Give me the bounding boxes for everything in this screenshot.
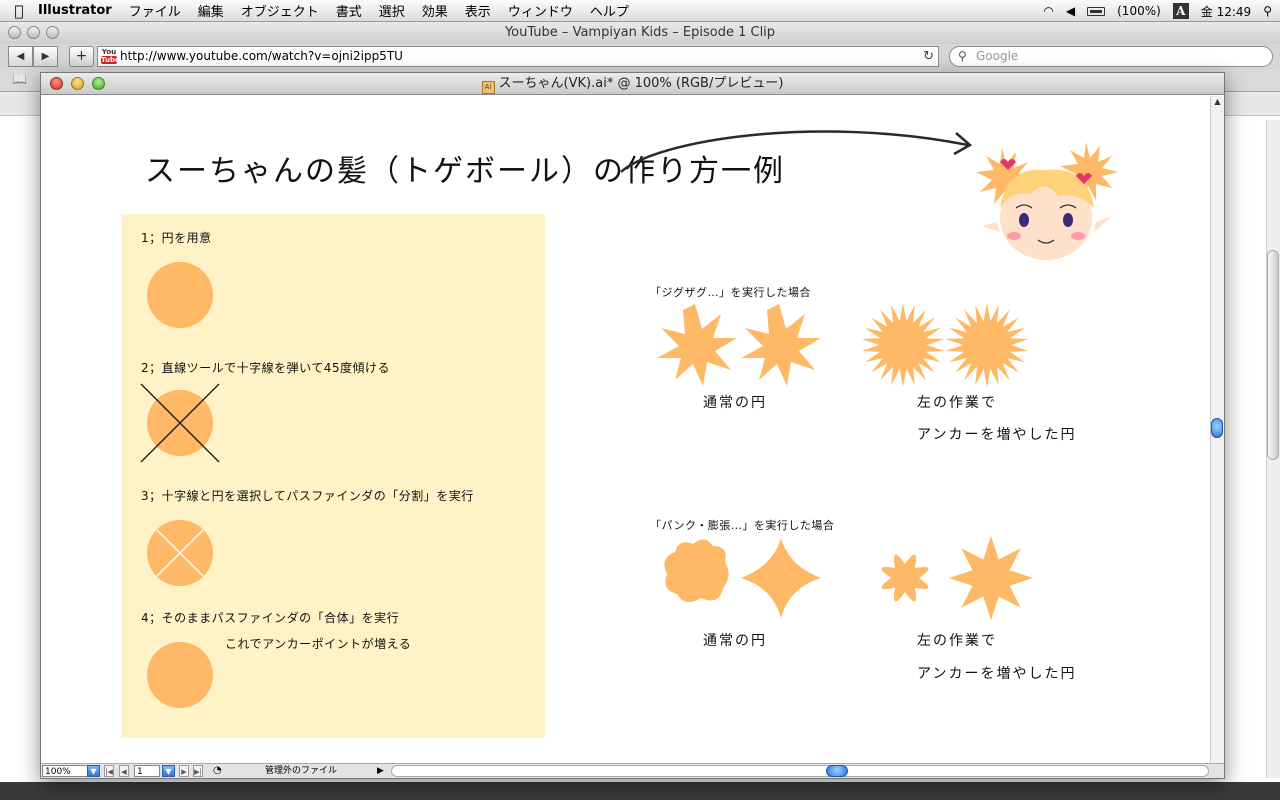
browser-titlebar: YouTube – Vampiyan Kids – Episode 1 Clip <box>0 22 1280 44</box>
horizontal-scrollbar[interactable] <box>391 765 1209 777</box>
document-window-controls <box>50 77 105 90</box>
nav-buttons: ◀ ▶ + <box>8 46 94 67</box>
vertical-scrollbar[interactable]: ▲ <box>1210 96 1224 765</box>
instruction-panel: 1；円を用意 2；直線ツールで十字線を弾いて45度傾ける 3；十字線と円を選択し… <box>121 214 545 738</box>
pucker-normal-shapes <box>664 538 821 618</box>
vertical-scroll-thumb[interactable] <box>1211 418 1223 438</box>
zoom-field[interactable]: 100% <box>42 765 88 777</box>
browser-zoom-button[interactable] <box>46 26 59 39</box>
pucker-star <box>949 536 1033 620</box>
prev-page-icon[interactable]: ◀ <box>119 765 129 777</box>
zigzag-caption-normal: 通常の円 <box>703 395 767 411</box>
browser-scroll-thumb[interactable] <box>1267 250 1279 460</box>
spotlight-icon[interactable]: ⚲ <box>1263 4 1272 18</box>
menu-help[interactable]: ヘルプ <box>590 1 629 20</box>
battery-icon[interactable] <box>1087 6 1106 16</box>
status-menu-icon[interactable]: ◔ <box>213 765 222 777</box>
last-page-icon[interactable]: ▶| <box>193 765 203 777</box>
url-text: http://www.youtube.com/watch?v=ojni2ipp5… <box>120 49 403 63</box>
youtube-favicon: You Tube <box>101 48 120 64</box>
zigzag-caption-added-1: 左の作業で <box>917 395 997 411</box>
search-field[interactable]: ⚲ Google <box>949 46 1273 67</box>
desktop-strip <box>0 782 1280 800</box>
character-su-chan-head <box>976 142 1118 260</box>
reload-icon[interactable]: ↻ <box>923 47 934 66</box>
minimize-button[interactable] <box>71 77 84 90</box>
close-button[interactable] <box>50 77 63 90</box>
search-placeholder: Google <box>976 49 1019 63</box>
zigzag-caption-added-2: アンカーを増やした円 <box>917 427 1077 443</box>
horizontal-scroll-thumb[interactable] <box>826 765 848 777</box>
pucker-anchor-shapes <box>881 536 1033 620</box>
burst-star-2 <box>945 303 1029 387</box>
menubar-extras: ◠ ◀ (100%) A 金 12:49 ⚲ <box>1043 0 1272 22</box>
step-4-circle <box>147 642 213 708</box>
step-3-divide-lines <box>156 529 204 577</box>
burst-star-1 <box>863 303 945 387</box>
volume-icon[interactable]: ◀ <box>1066 4 1075 18</box>
zigzag-normal-stars <box>657 304 821 386</box>
browser-window-controls <box>8 26 59 39</box>
apple-icon[interactable]:  <box>0 2 38 20</box>
section-pucker-label: 「パンク・膨張…」を実行した場合 <box>650 519 835 532</box>
zoom-button[interactable] <box>92 77 105 90</box>
curved-arrow <box>620 130 973 173</box>
back-button[interactable]: ◀ <box>8 46 33 67</box>
forward-button[interactable]: ▶ <box>33 46 58 67</box>
page-field[interactable]: 1 <box>134 765 160 777</box>
status-menu-arrow-icon[interactable]: ▶ <box>377 765 384 777</box>
browser-toolbar: ◀ ▶ + You Tube http://www.youtube.com/wat… <box>0 44 1280 70</box>
zigzag-anchor-stars <box>863 303 1029 387</box>
step-2-label: 2；直線ツールで十字線を弾いて45度傾ける <box>141 361 391 375</box>
address-bar[interactable]: You Tube http://www.youtube.com/watch?v=o… <box>97 46 939 67</box>
browser-window-title: YouTube – Vampiyan Kids – Episode 1 Clip <box>504 25 776 40</box>
step-1-label: 1；円を用意 <box>141 231 212 245</box>
bookmarks-book-icon[interactable]: 📖 <box>12 72 27 86</box>
pucker-caption-added-1: 左の作業で <box>917 633 997 649</box>
clock[interactable]: 金 12:49 <box>1201 3 1251 20</box>
step-4-note: これでアンカーポイントが増える <box>225 637 412 651</box>
step-4-label: 4；そのままパスファインダの「合体」を実行 <box>141 611 400 625</box>
menu-effect[interactable]: 効果 <box>422 1 448 20</box>
input-method-icon[interactable]: A <box>1172 3 1189 19</box>
pucker-caption-added-2: アンカーを増やした円 <box>917 666 1077 682</box>
document-titlebar[interactable]: Ai スーちゃん(VK).ai* @ 100% (RGB/プレビュー) <box>41 73 1224 95</box>
menu-type[interactable]: 書式 <box>336 1 362 20</box>
first-page-icon[interactable]: |◀ <box>104 765 114 777</box>
zoom-dropdown-icon[interactable]: ▼ <box>87 765 100 777</box>
menu-object[interactable]: オブジェクト <box>241 1 319 20</box>
wifi-icon[interactable]: ◠ <box>1043 4 1053 18</box>
menu-file[interactable]: ファイル <box>129 1 181 20</box>
pucker-flower <box>881 554 929 602</box>
step-3-label: 3；十字線と円を選択してパスファインダの「分割」を実行 <box>141 489 474 503</box>
browser-close-button[interactable] <box>8 26 21 39</box>
document-title: スーちゃん(VK).ai* @ 100% (RGB/プレビュー) <box>498 76 784 91</box>
browser-scrollbar[interactable] <box>1266 120 1280 778</box>
menubar:  Illustrator ファイル 編集 オブジェクト 書式 選択 効果 表示… <box>0 0 1280 22</box>
next-page-icon[interactable]: ▶ <box>179 765 189 777</box>
menu-app-name[interactable]: Illustrator <box>38 3 112 18</box>
battery-percent: (100%) <box>1117 4 1161 18</box>
browser-minimize-button[interactable] <box>27 26 40 39</box>
illustrator-document-window: Ai スーちゃん(VK).ai* @ 100% (RGB/プレビュー) スーちゃん… <box>40 72 1225 779</box>
search-icon: ⚲ <box>958 49 967 63</box>
menu-select[interactable]: 選択 <box>379 1 405 20</box>
status-text: 管理外のファイル <box>265 766 338 776</box>
page-dropdown-icon[interactable]: ▼ <box>162 765 175 777</box>
menu-window[interactable]: ウィンドウ <box>508 1 573 20</box>
ai-document-icon: Ai <box>481 81 495 94</box>
menu-edit[interactable]: 編集 <box>198 1 224 20</box>
section-zigzag-label: 「ジグザグ…」を実行した場合 <box>650 286 811 299</box>
artboard-canvas[interactable]: スーちゃんの髪（トゲボール）の作り方一例 1；円を用意 2；直線ツールで十字線を… <box>41 96 1211 765</box>
document-status-bar: 100% ▼ |◀ ◀ 1 ▼ ▶ ▶| ◔ 管理外のファイル ▶ <box>41 763 1224 778</box>
step-1-circle <box>147 262 213 328</box>
pucker-caption-normal: 通常の円 <box>703 633 767 649</box>
add-bookmark-button[interactable]: + <box>69 46 94 67</box>
menu-view[interactable]: 表示 <box>465 1 491 20</box>
scroll-up-arrow-icon[interactable]: ▲ <box>1211 96 1224 108</box>
step-2-crosslines <box>140 383 220 463</box>
